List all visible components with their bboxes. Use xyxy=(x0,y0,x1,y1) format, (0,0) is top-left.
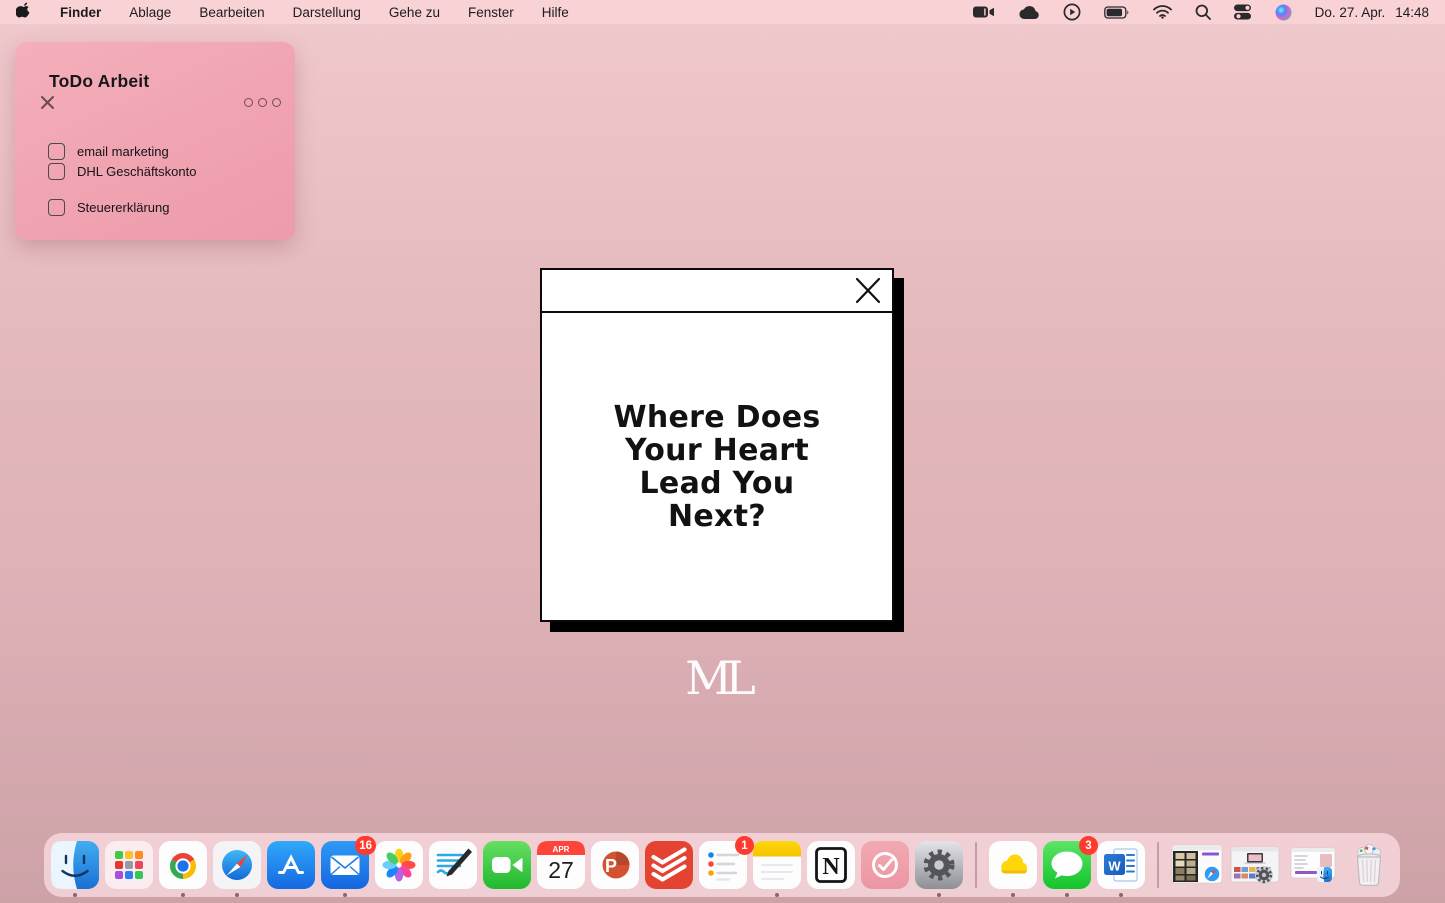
running-indicator xyxy=(1065,893,1069,897)
dock-facetime-icon[interactable] xyxy=(483,841,531,889)
dock-minimized-safari-window[interactable] xyxy=(1171,843,1223,887)
menu-item-hilfe[interactable]: Hilfe xyxy=(542,5,569,20)
menu-bar-time[interactable]: 14:48 xyxy=(1395,5,1429,20)
dock-calendar-icon[interactable]: APR 27 xyxy=(537,841,585,889)
dock-cloud-app-icon[interactable] xyxy=(989,841,1037,889)
dock-chrome-icon[interactable] xyxy=(159,841,207,889)
dock-todoist-icon[interactable] xyxy=(645,841,693,889)
apple-icon[interactable] xyxy=(16,2,32,23)
todo-item: email marketing xyxy=(48,143,169,160)
play-circle-icon[interactable] xyxy=(1063,3,1081,21)
popup-close-icon[interactable] xyxy=(853,276,883,310)
wifi-icon[interactable] xyxy=(1153,5,1172,19)
running-indicator xyxy=(937,893,941,897)
menu-bar: Finder Ablage Bearbeiten Darstellung Geh… xyxy=(0,0,1445,24)
powerpoint-letter: P xyxy=(605,856,617,876)
dock-messages-icon[interactable]: 3 xyxy=(1043,841,1091,889)
dock-divider xyxy=(1157,842,1159,888)
ml-logo: ML xyxy=(540,651,894,705)
dock-word-icon[interactable]: W xyxy=(1097,841,1145,889)
dock-goodnotes-icon[interactable] xyxy=(429,841,477,889)
dock: 16 APR 27 P 1 N xyxy=(44,833,1400,897)
running-indicator xyxy=(343,893,347,897)
dock-launchpad-icon[interactable] xyxy=(105,841,153,889)
search-icon[interactable] xyxy=(1195,4,1211,20)
dock-trash-full-icon[interactable] xyxy=(1345,841,1393,889)
dock-minimized-settings-window[interactable] xyxy=(1229,843,1281,887)
menu-app-name[interactable]: Finder xyxy=(60,5,101,20)
calendar-month: APR xyxy=(553,845,570,854)
todo-label: DHL Geschäftskonto xyxy=(77,164,196,179)
heading-line: Where Does xyxy=(613,401,820,434)
dock-app-store-icon[interactable] xyxy=(267,841,315,889)
popup-window: Where Does Your Heart Lead You Next? xyxy=(540,268,894,622)
todo-checkbox[interactable] xyxy=(48,163,65,180)
dock-system-settings-icon[interactable] xyxy=(915,841,963,889)
dock-finder-icon[interactable] xyxy=(51,841,99,889)
popup-heading: Where Does Your Heart Lead You Next? xyxy=(613,401,820,533)
menu-item-darstellung[interactable]: Darstellung xyxy=(293,5,361,20)
menu-item-fenster[interactable]: Fenster xyxy=(468,5,514,20)
dock-reminders-icon[interactable]: 1 xyxy=(699,841,747,889)
popup-title-bar[interactable] xyxy=(542,270,892,313)
todo-label: Steuererklärung xyxy=(77,200,170,215)
heading-line: Lead You xyxy=(613,467,820,500)
notification-badge: 3 xyxy=(1079,836,1098,855)
word-letter: W xyxy=(1108,859,1121,874)
dock-mail-icon[interactable]: 16 xyxy=(321,841,369,889)
note-more-icon[interactable] xyxy=(244,98,281,107)
dock-powerpoint-icon[interactable]: P xyxy=(591,841,639,889)
sticky-note-todo[interactable]: ToDo Arbeit email marketing DHL Geschäft… xyxy=(15,42,295,240)
dock-photos-icon[interactable] xyxy=(375,841,423,889)
menu-item-gehe-zu[interactable]: Gehe zu xyxy=(389,5,440,20)
popup-body: Where Does Your Heart Lead You Next? xyxy=(542,313,892,620)
dock-notes-icon[interactable] xyxy=(753,841,801,889)
running-indicator xyxy=(235,893,239,897)
notion-letter: N xyxy=(822,854,840,880)
running-indicator xyxy=(775,893,779,897)
todo-checkbox[interactable] xyxy=(48,199,65,216)
todo-label: email marketing xyxy=(77,144,169,159)
running-indicator xyxy=(1011,893,1015,897)
menu-item-ablage[interactable]: Ablage xyxy=(129,5,171,20)
menu-item-bearbeiten[interactable]: Bearbeiten xyxy=(199,5,264,20)
video-camera-icon[interactable] xyxy=(973,4,995,20)
cloud-icon[interactable] xyxy=(1018,5,1040,20)
todo-checkbox[interactable] xyxy=(48,143,65,160)
battery-icon[interactable] xyxy=(1104,6,1130,19)
running-indicator xyxy=(73,893,77,897)
menu-bar-date[interactable]: Do. 27. Apr. xyxy=(1315,5,1386,20)
note-close-icon[interactable] xyxy=(40,95,55,115)
running-indicator xyxy=(1119,893,1123,897)
todo-item: Steuererklärung xyxy=(48,199,170,216)
running-indicator xyxy=(181,893,185,897)
dock-minimized-finder-window[interactable] xyxy=(1287,843,1339,887)
dock-divider xyxy=(975,842,977,888)
dock-notion-icon[interactable]: N xyxy=(807,841,855,889)
note-title: ToDo Arbeit xyxy=(49,71,149,92)
heading-line: Next? xyxy=(613,500,820,533)
control-center-icon[interactable] xyxy=(1234,4,1252,20)
notification-badge: 1 xyxy=(735,836,754,855)
siri-icon[interactable] xyxy=(1275,4,1292,21)
dock-task-check-app-icon[interactable] xyxy=(861,841,909,889)
heading-line: Your Heart xyxy=(613,434,820,467)
calendar-day: 27 xyxy=(548,857,574,883)
todo-item: DHL Geschäftskonto xyxy=(48,163,196,180)
notification-badge: 16 xyxy=(355,836,376,855)
dock-safari-icon[interactable] xyxy=(213,841,261,889)
